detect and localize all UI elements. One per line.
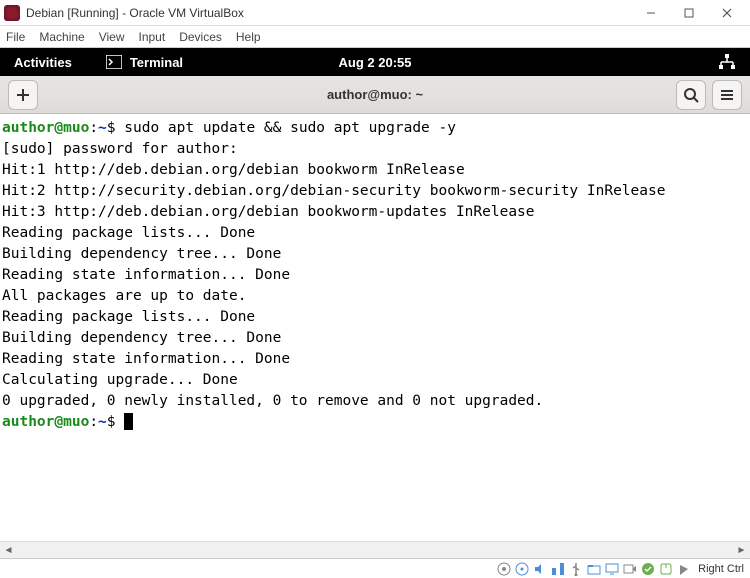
scroll-right-arrow[interactable]: ► <box>733 542 750 559</box>
minimize-button[interactable] <box>632 0 670 26</box>
terminal-line: 0 upgraded, 0 newly installed, 0 to remo… <box>2 391 748 412</box>
vbox-titlebar: Debian [Running] - Oracle VM VirtualBox <box>0 0 750 26</box>
terminal-line: Building dependency tree... Done <box>2 328 748 349</box>
window-title: Debian [Running] - Oracle VM VirtualBox <box>26 6 632 20</box>
new-tab-button[interactable] <box>8 80 38 110</box>
terminal-line: Calculating upgrade... Done <box>2 370 748 391</box>
usb-icon[interactable] <box>568 561 583 576</box>
terminal-line: Hit:1 http://deb.debian.org/debian bookw… <box>2 160 748 181</box>
clock[interactable]: Aug 2 20:55 <box>339 55 412 70</box>
menu-file[interactable]: File <box>6 30 25 44</box>
terminal-line: [sudo] password for author: <box>2 139 748 160</box>
menu-help[interactable]: Help <box>236 30 261 44</box>
terminal-line: Reading package lists... Done <box>2 307 748 328</box>
guest-additions-icon[interactable] <box>640 561 655 576</box>
display-icon[interactable] <box>604 561 619 576</box>
hdd-icon[interactable] <box>496 561 511 576</box>
menu-machine[interactable]: Machine <box>39 30 84 44</box>
gnome-topbar: Activities Terminal Aug 2 20:55 <box>0 48 750 76</box>
terminal-line: Reading state information... Done <box>2 265 748 286</box>
vbox-statusbar: Right Ctrl <box>0 558 750 578</box>
shared-folder-icon[interactable] <box>586 561 601 576</box>
optical-icon[interactable] <box>514 561 529 576</box>
hamburger-menu-button[interactable] <box>712 80 742 110</box>
horizontal-scrollbar[interactable]: ◄ ► <box>0 541 750 558</box>
activities-button[interactable]: Activities <box>14 55 72 70</box>
audio-icon[interactable] <box>532 561 547 576</box>
recording-icon[interactable] <box>622 561 637 576</box>
terminal-line: Hit:3 http://deb.debian.org/debian bookw… <box>2 202 748 223</box>
hamburger-icon <box>720 88 734 102</box>
network-icon[interactable] <box>718 53 736 71</box>
terminal-output[interactable]: author@muo:~$ sudo apt update && sudo ap… <box>0 114 750 541</box>
mouse-integration-icon[interactable] <box>658 561 673 576</box>
vbox-menubar: File Machine View Input Devices Help <box>0 26 750 48</box>
terminal-icon <box>106 55 122 69</box>
host-key-label: Right Ctrl <box>698 563 744 575</box>
cursor <box>124 413 133 430</box>
terminal-line: Hit:2 http://security.debian.org/debian-… <box>2 181 748 202</box>
keyboard-capture-icon[interactable] <box>676 561 691 576</box>
menu-view[interactable]: View <box>99 30 125 44</box>
terminal-line: Reading package lists... Done <box>2 223 748 244</box>
scroll-left-arrow[interactable]: ◄ <box>0 542 17 559</box>
virtualbox-icon <box>4 5 20 21</box>
close-button[interactable] <box>708 0 746 26</box>
terminal-line: author@muo:~$ sudo apt update && sudo ap… <box>2 118 748 139</box>
menu-devices[interactable]: Devices <box>179 30 222 44</box>
search-icon <box>683 87 699 103</box>
terminal-title: author@muo: ~ <box>327 87 423 102</box>
plus-icon <box>16 88 30 102</box>
terminal-line: author@muo:~$ <box>2 412 748 433</box>
maximize-button[interactable] <box>670 0 708 26</box>
terminal-headerbar: author@muo: ~ <box>0 76 750 114</box>
menu-input[interactable]: Input <box>139 30 166 44</box>
window-controls <box>632 0 746 26</box>
network-status-icon[interactable] <box>550 561 565 576</box>
terminal-line: Building dependency tree... Done <box>2 244 748 265</box>
terminal-line: Reading state information... Done <box>2 349 748 370</box>
app-menu-label: Terminal <box>130 55 183 70</box>
terminal-line: All packages are up to date. <box>2 286 748 307</box>
search-button[interactable] <box>676 80 706 110</box>
app-menu[interactable]: Terminal <box>106 55 183 70</box>
